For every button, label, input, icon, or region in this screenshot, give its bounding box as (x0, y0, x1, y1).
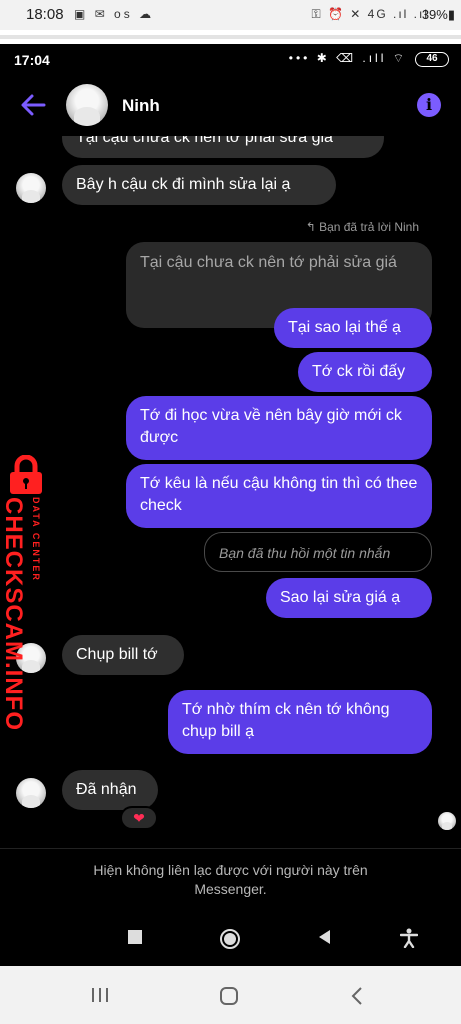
notice-line-2: Messenger. (194, 881, 267, 897)
recents-icon[interactable] (90, 986, 110, 1004)
reply-indicator: ↰ Bạn đã trả lời Ninh (305, 220, 419, 234)
contact-avatar-small (16, 173, 46, 203)
device-battery: 39%▮ (421, 7, 455, 22)
message-list[interactable]: Tại cậu chưa ck nên tớ phải sửa giá Bây … (0, 136, 461, 848)
frame-divider (0, 30, 461, 44)
contact-avatar[interactable] (66, 84, 108, 126)
info-icon[interactable]: i (417, 93, 441, 117)
watermark: DATA CENTER CHECKSCAM.INFO (0, 455, 50, 731)
app-status-bar: 17:04 ••• ✱ ⌫ .ıll ⌔ 46 (0, 44, 461, 74)
outgoing-message[interactable]: Tớ kêu là nếu cậu không tin thì có thee … (126, 464, 432, 528)
watermark-subtitle: DATA CENTER (31, 497, 41, 582)
notice-line-1: Hiện không liên lạc được với người này t… (93, 862, 368, 878)
home-circle-icon[interactable] (219, 928, 241, 950)
outgoing-message[interactable]: Tớ đi học vừa về nên bây giờ mới ck được (126, 396, 432, 460)
unsent-message-notice: Bạn đã thu hồi một tin nhắn (204, 532, 432, 572)
app-navigation-bar (0, 914, 461, 966)
notification-icons: ▣ ✉ os ☁ (74, 7, 155, 21)
system-icons: ⚿ ⏰ ✕ 4G .ıl .ıl (311, 7, 429, 21)
incoming-message[interactable]: Đã nhận (62, 770, 158, 810)
device-navigation-bar (0, 966, 461, 1024)
status-icons: ••• ✱ ⌫ .ıll ⌔ (288, 51, 407, 65)
device-status-bar: 18:08 ▣ ✉ os ☁ ⚿ ⏰ ✕ 4G .ıl .ıl 39%▮ (0, 0, 461, 30)
status-clock: 17:04 (14, 52, 50, 68)
incoming-message[interactable]: Tại cậu chưa ck nên tớ phải sửa giá (62, 136, 384, 158)
outgoing-message[interactable]: Sao lại sửa giá ạ (266, 578, 432, 618)
home-icon[interactable] (219, 986, 239, 1006)
outgoing-message[interactable]: Tớ ck rồi đấy (298, 352, 432, 392)
chat-header: Ninh i (0, 74, 461, 136)
heart-icon[interactable]: ❤ (120, 806, 158, 830)
back-arrow-icon[interactable] (18, 90, 48, 120)
device-clock: 18:08 (26, 6, 64, 23)
incoming-message[interactable]: Bây h cậu ck đi mình sửa lại ạ (62, 165, 336, 205)
watermark-title: CHECKSCAM.INFO (0, 497, 27, 731)
lock-icon (10, 455, 42, 494)
contact-avatar-small (16, 778, 46, 808)
accessibility-icon[interactable] (400, 928, 418, 948)
seen-avatar (438, 812, 456, 830)
outgoing-message[interactable]: Tại sao lại thế ạ (274, 308, 432, 348)
outgoing-message[interactable]: Tớ nhờ thím ck nên tớ không chụp bill ạ (168, 690, 432, 754)
unavailable-notice: Hiện không liên lạc được với người này t… (0, 848, 461, 914)
recents-square-icon[interactable] (126, 928, 144, 946)
back-icon[interactable] (350, 986, 364, 1006)
battery-indicator: 46 (415, 52, 449, 67)
incoming-message[interactable]: Chụp bill tớ (62, 635, 184, 675)
back-triangle-icon[interactable] (316, 928, 332, 946)
contact-name[interactable]: Ninh (122, 96, 160, 116)
